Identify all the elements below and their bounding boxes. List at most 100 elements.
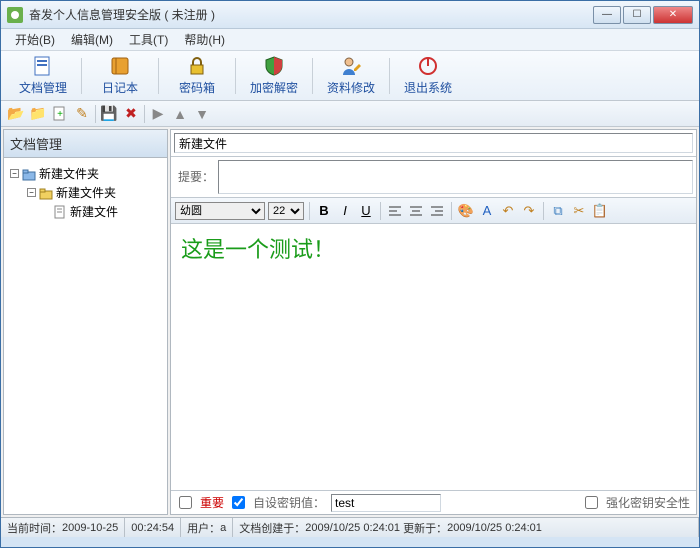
status-label: 当前时间： bbox=[7, 520, 62, 536]
status-date: 2009-10-25 bbox=[62, 522, 118, 534]
key-value-input[interactable] bbox=[331, 494, 441, 512]
tree-toggle-icon[interactable]: − bbox=[27, 188, 36, 197]
summary-input[interactable] bbox=[218, 160, 693, 194]
status-now: 当前时间： 2009-10-25 bbox=[1, 518, 125, 537]
doc-footer: 重要 自设密钥值： 强化密钥安全性 bbox=[171, 490, 696, 514]
sidebar: 文档管理 − 新建文件夹 − 新建文件夹 新建文件 bbox=[3, 129, 168, 515]
window-controls: — ☐ ✕ bbox=[593, 6, 693, 24]
menu-help[interactable]: 帮助(H) bbox=[176, 29, 233, 50]
tree-label: 新建文件 bbox=[70, 203, 118, 220]
separator bbox=[543, 202, 544, 220]
tree-label: 新建文件夹 bbox=[56, 184, 116, 201]
align-left-button[interactable] bbox=[386, 202, 404, 220]
tool-password[interactable]: 密码箱 bbox=[163, 53, 231, 99]
italic-button[interactable]: I bbox=[336, 202, 354, 220]
toolbar-separator bbox=[235, 58, 236, 94]
content-panel: 提要： 幼圆 22 B I U 🎨 A ↶ ↷ ⧉ bbox=[170, 129, 697, 515]
svg-text:+: + bbox=[57, 109, 63, 120]
menu-edit[interactable]: 编辑(M) bbox=[63, 29, 121, 50]
size-select[interactable]: 22 bbox=[268, 202, 304, 220]
toolbar-separator bbox=[81, 58, 82, 94]
status-user-value: a bbox=[220, 522, 226, 534]
doc-title-input[interactable] bbox=[174, 133, 693, 153]
status-time-value: 00:24:54 bbox=[131, 522, 174, 534]
tool-label: 退出系统 bbox=[404, 79, 452, 96]
separator bbox=[144, 105, 145, 123]
tree-node-leaf[interactable]: 新建文件 bbox=[10, 202, 161, 221]
lock-icon bbox=[186, 55, 208, 77]
maximize-button[interactable]: ☐ bbox=[623, 6, 651, 24]
app-icon bbox=[7, 7, 23, 23]
summary-row: 提要： bbox=[171, 157, 696, 198]
up-arrow-icon[interactable]: ▲ bbox=[171, 105, 189, 123]
tool-label: 日记本 bbox=[102, 79, 138, 96]
tool-label: 文档管理 bbox=[19, 79, 67, 96]
separator bbox=[95, 105, 96, 123]
undo-button[interactable]: ↶ bbox=[499, 202, 517, 220]
status-user: 用户： a bbox=[181, 518, 233, 537]
tool-diary[interactable]: 日记本 bbox=[86, 53, 154, 99]
enhance-checkbox[interactable] bbox=[585, 496, 598, 509]
separator bbox=[451, 202, 452, 220]
toolbar-separator bbox=[312, 58, 313, 94]
down-arrow-icon[interactable]: ▼ bbox=[193, 105, 211, 123]
status-label: 用户： bbox=[187, 520, 220, 536]
status-created-value: 2009/10/25 0:24:01 bbox=[305, 522, 400, 534]
menu-start[interactable]: 开始(B) bbox=[7, 29, 63, 50]
tool-doc-manage[interactable]: 文档管理 bbox=[9, 53, 77, 99]
tool-label: 加密解密 bbox=[250, 79, 298, 96]
status-time: 00:24:54 bbox=[125, 518, 181, 537]
shield-icon bbox=[263, 55, 285, 77]
status-label: 文档创建于： bbox=[239, 520, 305, 536]
font-color-button[interactable]: A bbox=[478, 202, 496, 220]
tree-toggle-icon[interactable]: − bbox=[10, 169, 19, 178]
tree-node-root[interactable]: − 新建文件夹 bbox=[10, 164, 161, 183]
color-picker-button[interactable]: 🎨 bbox=[457, 202, 475, 220]
edit-icon[interactable]: ✎ bbox=[73, 105, 91, 123]
underline-button[interactable]: U bbox=[357, 202, 375, 220]
app-window: 奋发个人信息管理安全版 ( 未注册 ) — ☐ ✕ 开始(B) 编辑(M) 工具… bbox=[0, 0, 700, 548]
delete-icon[interactable]: ✖ bbox=[122, 105, 140, 123]
close-button[interactable]: ✕ bbox=[653, 6, 693, 24]
paste-button[interactable]: 📋 bbox=[591, 202, 609, 220]
tree-node-child[interactable]: − 新建文件夹 bbox=[10, 183, 161, 202]
play-icon[interactable]: ▶ bbox=[149, 105, 167, 123]
status-doc-times: 文档创建于： 2009/10/25 0:24:01 更新于： 2009/10/2… bbox=[233, 518, 699, 537]
copy-button[interactable]: ⧉ bbox=[549, 202, 567, 220]
custom-key-checkbox[interactable] bbox=[232, 496, 245, 509]
bold-button[interactable]: B bbox=[315, 202, 333, 220]
new-file-icon[interactable]: + bbox=[51, 105, 69, 123]
window-title: 奋发个人信息管理安全版 ( 未注册 ) bbox=[29, 6, 593, 23]
redo-button[interactable]: ↷ bbox=[520, 202, 538, 220]
editor-body[interactable]: 这是一个测试！ bbox=[171, 224, 696, 490]
font-select[interactable]: 幼圆 bbox=[175, 202, 265, 220]
save-icon[interactable]: 💾 bbox=[100, 105, 118, 123]
tree-label: 新建文件夹 bbox=[39, 165, 99, 182]
menu-tools[interactable]: 工具(T) bbox=[121, 29, 176, 50]
doc-title-row bbox=[171, 130, 696, 157]
tool-encrypt[interactable]: 加密解密 bbox=[240, 53, 308, 99]
document-icon bbox=[32, 55, 54, 77]
statusbar: 当前时间： 2009-10-25 00:24:54 用户： a 文档创建于： 2… bbox=[1, 517, 699, 537]
main-toolbar: 文档管理 日记本 密码箱 加密解密 资料修改 退出系统 bbox=[1, 51, 699, 101]
align-center-button[interactable] bbox=[407, 202, 425, 220]
important-checkbox[interactable] bbox=[179, 496, 192, 509]
minimize-button[interactable]: — bbox=[593, 6, 621, 24]
status-updated-value: 2009/10/25 0:24:01 bbox=[447, 522, 542, 534]
toolbar-separator bbox=[389, 58, 390, 94]
tool-exit[interactable]: 退出系统 bbox=[394, 53, 462, 99]
tool-modify[interactable]: 资料修改 bbox=[317, 53, 385, 99]
folder-icon bbox=[39, 186, 53, 200]
cut-button[interactable]: ✂ bbox=[570, 202, 588, 220]
status-label: 更新于： bbox=[403, 520, 447, 536]
menubar: 开始(B) 编辑(M) 工具(T) 帮助(H) bbox=[1, 29, 699, 51]
editor-toolbar: 幼圆 22 B I U 🎨 A ↶ ↷ ⧉ ✂ 📋 bbox=[171, 198, 696, 224]
tool-label: 资料修改 bbox=[327, 79, 375, 96]
titlebar: 奋发个人信息管理安全版 ( 未注册 ) — ☐ ✕ bbox=[1, 1, 699, 29]
new-folder-icon[interactable]: 📁 bbox=[29, 105, 47, 123]
custom-key-label: 自设密钥值： bbox=[253, 494, 325, 511]
separator bbox=[309, 202, 310, 220]
open-folder-icon[interactable]: 📂 bbox=[7, 105, 25, 123]
align-right-button[interactable] bbox=[428, 202, 446, 220]
tree-view[interactable]: − 新建文件夹 − 新建文件夹 新建文件 bbox=[4, 158, 167, 514]
